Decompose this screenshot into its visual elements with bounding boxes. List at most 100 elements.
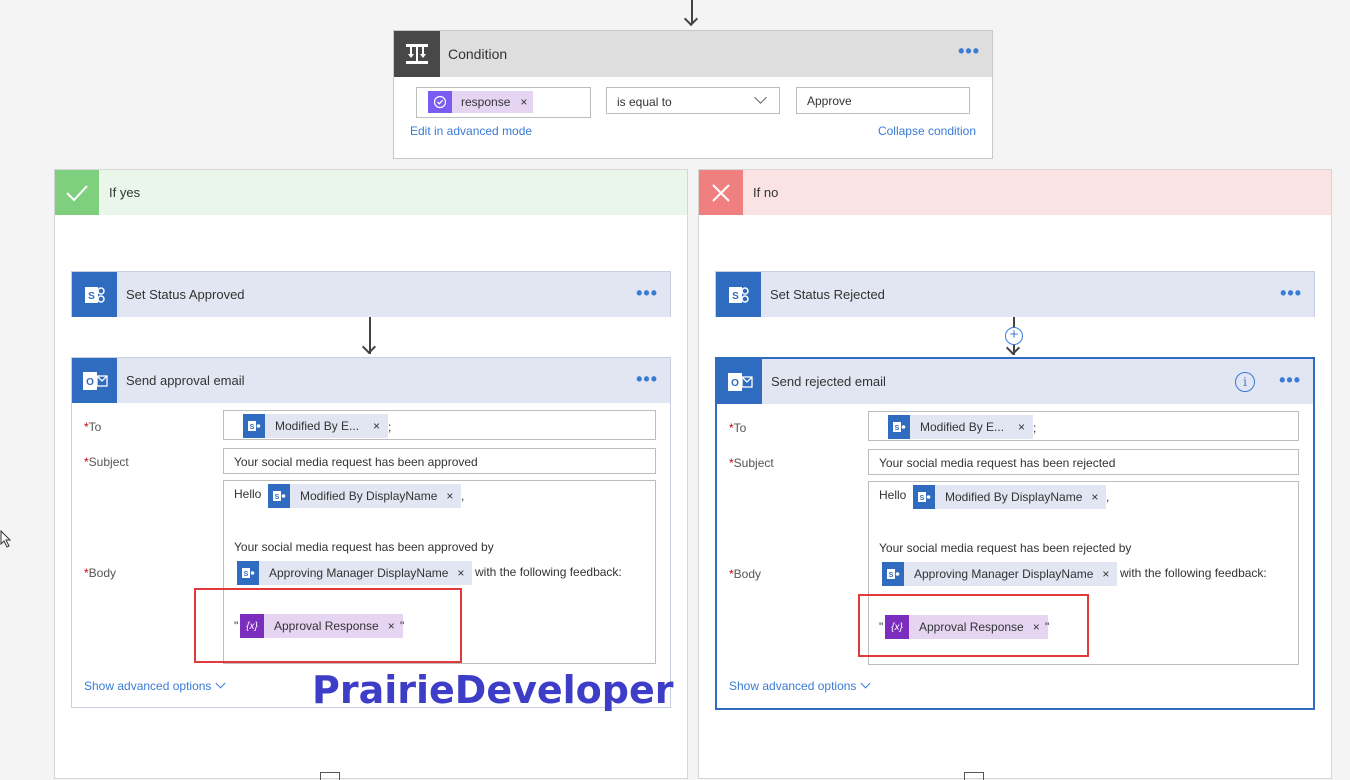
separator: ;	[388, 420, 392, 434]
body-comma: ,	[1106, 490, 1110, 504]
remove-token-icon[interactable]: ×	[1102, 567, 1109, 581]
watermark: PrairieDeveloper	[312, 668, 674, 712]
subject-value: Your social media request has been rejec…	[879, 456, 1116, 470]
svg-text:S: S	[889, 572, 894, 579]
show-advanced-options-link[interactable]: Show advanced options	[729, 678, 871, 693]
remove-token-icon[interactable]: ×	[1091, 490, 1098, 504]
token-label: response	[461, 95, 511, 109]
svg-text:S: S	[732, 291, 739, 302]
action-header[interactable]: S Set Status Approved •••	[72, 272, 670, 317]
svg-text:S: S	[244, 571, 249, 578]
token-label: Modified By DisplayName	[300, 489, 438, 503]
svg-text:S: S	[250, 424, 255, 431]
body-hello: Hello	[234, 487, 262, 501]
action-title: Set Status Rejected	[770, 287, 885, 302]
condition-icon	[394, 31, 440, 77]
modified-by-email-token[interactable]: S Modified By E... ×	[243, 414, 389, 438]
sharepoint-icon: S	[716, 272, 761, 317]
more-options-button[interactable]: •••	[636, 369, 658, 390]
more-options-button[interactable]: •••	[636, 283, 658, 304]
more-options-button[interactable]: •••	[1279, 370, 1301, 391]
condition-card[interactable]: Condition ••• response × is equal to App…	[393, 30, 993, 159]
condition-title: Condition	[448, 46, 508, 62]
outlook-icon: O	[717, 359, 762, 404]
svg-text:O: O	[86, 377, 94, 388]
condition-left-field[interactable]: response ×	[416, 87, 591, 118]
action-title: Set Status Approved	[126, 287, 245, 302]
if-no-header[interactable]: If no	[699, 170, 1331, 215]
token-label: Modified By DisplayName	[945, 490, 1083, 504]
modified-by-displayname-token[interactable]: S Modified By DisplayName ×	[913, 485, 1107, 509]
subject-value: Your social media request has been appro…	[234, 455, 478, 469]
remove-token-icon[interactable]: ×	[520, 95, 527, 109]
action-title: Send rejected email	[771, 374, 886, 389]
sharepoint-icon: S	[888, 415, 910, 439]
condition-value-input[interactable]: Approve	[796, 87, 970, 114]
to-label: *To	[729, 421, 747, 435]
info-icon[interactable]: i	[1235, 372, 1255, 392]
modified-by-email-token[interactable]: S Modified By E... ×	[888, 415, 1034, 439]
remove-token-icon[interactable]: ×	[373, 419, 380, 433]
to-field[interactable]: S Modified By E... × ;	[223, 410, 656, 440]
action-header[interactable]: O Send rejected email i •••	[717, 359, 1313, 404]
subject-label: *Subject	[729, 456, 774, 470]
highlight-box	[194, 588, 462, 663]
operator-value: is equal to	[617, 95, 672, 109]
remove-token-icon[interactable]: ×	[446, 489, 453, 503]
action-header[interactable]: O Send approval email •••	[72, 358, 670, 403]
subject-field[interactable]: Your social media request has been rejec…	[868, 449, 1299, 475]
token-label: Modified By E...	[275, 419, 360, 433]
set-status-rejected-action[interactable]: S Set Status Rejected •••	[715, 271, 1315, 317]
chevron-down-icon	[860, 678, 871, 689]
mouse-cursor-icon	[0, 530, 12, 548]
approving-manager-token[interactable]: S Approving Manager DisplayName ×	[882, 562, 1118, 586]
to-label: *To	[84, 420, 102, 434]
outlook-icon: O	[72, 358, 117, 403]
sharepoint-icon: S	[913, 485, 935, 509]
separator: ;	[1033, 421, 1037, 435]
subject-field[interactable]: Your social media request has been appro…	[223, 448, 656, 474]
token-label: Approving Manager DisplayName	[269, 566, 449, 580]
body-comma: ,	[461, 489, 465, 503]
set-status-approved-action[interactable]: S Set Status Approved •••	[71, 271, 671, 317]
svg-text:S: S	[275, 494, 280, 501]
svg-text:S: S	[920, 495, 925, 502]
edit-advanced-link[interactable]: Edit in advanced mode	[410, 124, 532, 138]
collapse-condition-link[interactable]: Collapse condition	[878, 124, 976, 138]
more-options-button[interactable]: •••	[958, 41, 980, 62]
show-advanced-options-link[interactable]: Show advanced options	[84, 678, 226, 693]
chevron-down-icon	[754, 91, 767, 104]
approving-manager-token[interactable]: S Approving Manager DisplayName ×	[237, 561, 473, 585]
condition-header[interactable]: Condition •••	[394, 31, 992, 77]
x-icon	[699, 170, 743, 215]
sharepoint-icon: S	[268, 484, 290, 508]
response-token[interactable]: response ×	[428, 91, 534, 113]
if-yes-header[interactable]: If yes	[55, 170, 687, 215]
svg-text:S: S	[895, 425, 900, 432]
body-label: *Body	[84, 566, 117, 580]
if-no-title: If no	[753, 185, 779, 200]
operator-select[interactable]: is equal to	[606, 87, 780, 114]
more-options-button[interactable]: •••	[1280, 283, 1302, 304]
sharepoint-icon: S	[882, 562, 904, 586]
chevron-down-icon	[215, 678, 226, 689]
token-label: Approving Manager DisplayName	[914, 567, 1094, 581]
token-label: Modified By E...	[920, 420, 1005, 434]
send-rejected-email-action[interactable]: O Send rejected email i ••• *To S Modifi…	[715, 357, 1315, 710]
sharepoint-icon: S	[72, 272, 117, 317]
remove-token-icon[interactable]: ×	[457, 566, 464, 580]
body-feedback: with the following feedback:	[1120, 566, 1267, 580]
check-icon	[55, 170, 99, 215]
body-feedback: with the following feedback:	[475, 565, 622, 579]
to-field[interactable]: S Modified By E... × ;	[868, 411, 1299, 441]
action-title: Send approval email	[126, 373, 245, 388]
remove-token-icon[interactable]: ×	[1018, 420, 1025, 434]
arrow-head-icon	[683, 11, 699, 27]
modified-by-displayname-token[interactable]: S Modified By DisplayName ×	[268, 484, 462, 508]
highlight-box	[858, 594, 1089, 657]
sharepoint-icon: S	[243, 414, 265, 438]
body-line2: Your social media request has been appro…	[234, 540, 494, 554]
subject-label: *Subject	[84, 455, 129, 469]
action-header[interactable]: S Set Status Rejected •••	[716, 272, 1314, 317]
body-line2: Your social media request has been rejec…	[879, 541, 1132, 555]
